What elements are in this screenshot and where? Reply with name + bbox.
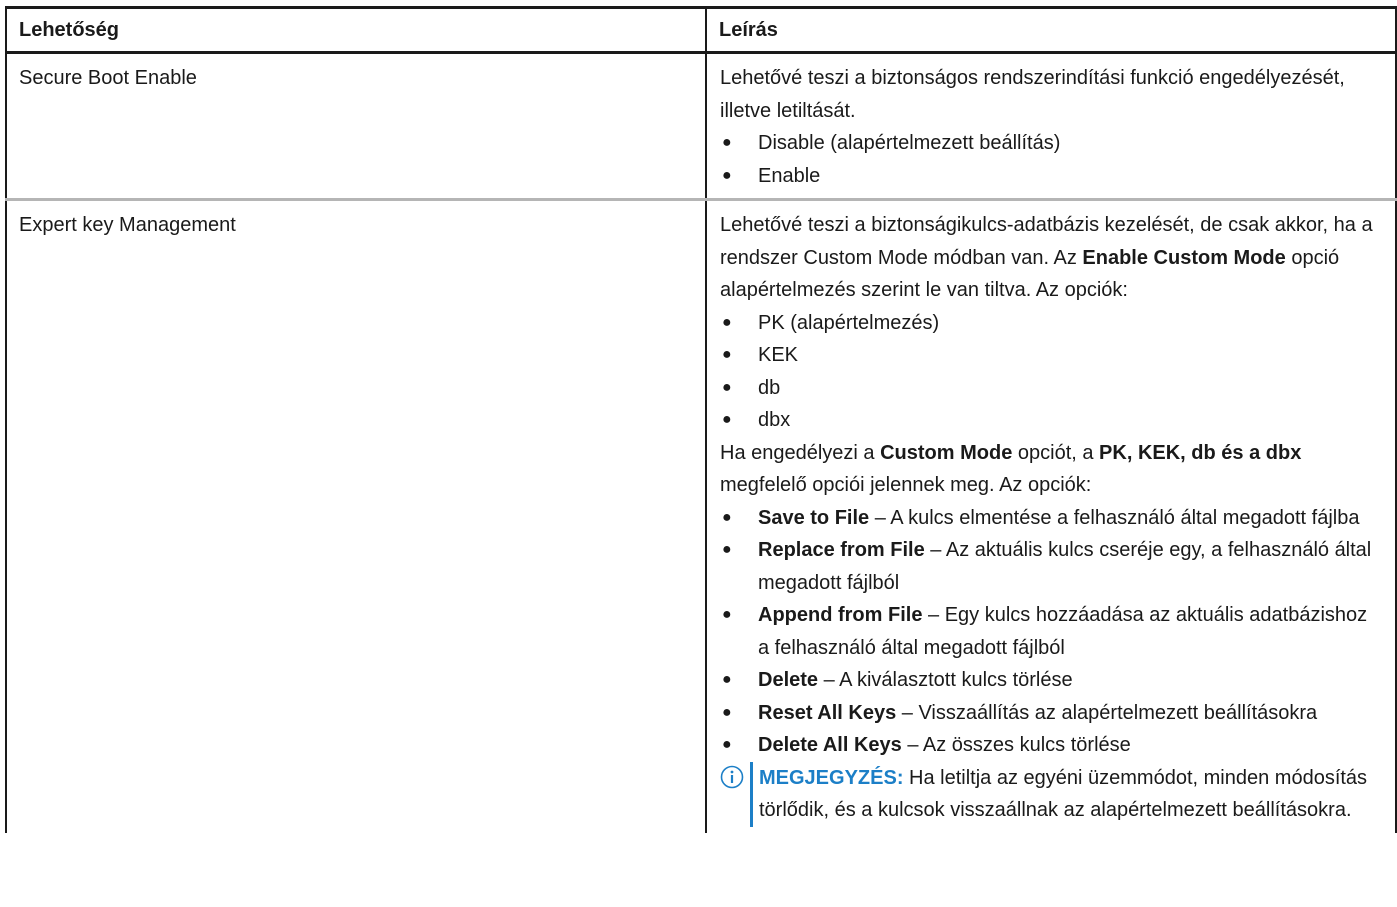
bullet-icon: ●	[722, 508, 732, 526]
action-description: – A kiválasztott kulcs törlése	[818, 669, 1073, 691]
action-description: – Az összes kulcs törlése	[901, 734, 1131, 756]
text-run: opciót, a	[1012, 441, 1100, 464]
bullet-icon: ●	[722, 134, 732, 151]
action-name: Save to File	[758, 506, 870, 529]
bold-text-run: Custom Mode	[880, 441, 1013, 464]
bullet-icon: ●	[722, 346, 732, 363]
description-cell: Lehetővé teszi a biztonságikulcs-adatbáz…	[705, 199, 1397, 833]
table-header-row: Lehetőség Leírás	[5, 6, 1397, 54]
custom-mode-text: Ha engedélyezi a Custom Mode opciót, a P…	[720, 437, 1383, 502]
list-item: ● Append from File – Egy kulcs hozzáadás…	[720, 599, 1383, 664]
list-item: ● PK (alapértelmezés)	[720, 307, 1383, 340]
list-item-text: KEK	[758, 344, 799, 366]
list-item-text: PK (alapértelmezés)	[758, 311, 940, 334]
action-description: – Visszaállítás az alapértelmezett beáll…	[896, 701, 1318, 724]
option-cell: Secure Boot Enable	[5, 52, 707, 201]
bullet-icon: ●	[722, 606, 732, 623]
description-text: Lehetővé teszi a biztonságikulcs-adatbáz…	[720, 209, 1383, 307]
text-run: Ha engedélyezi a	[720, 441, 881, 464]
text-run: megfelelő opciói jelennek meg. Az opciók…	[720, 474, 1092, 496]
action-name: Append from File	[758, 604, 923, 626]
bullet-icon: ●	[722, 378, 732, 396]
list-item: ● KEK	[720, 339, 1383, 372]
list-item: ● Disable (alapértelmezett beállítás)	[720, 127, 1383, 160]
bold-text-run: PK, KEK, db és a dbx	[1099, 441, 1302, 464]
description-cell: Lehetővé teszi a biztonságos rendszerind…	[705, 52, 1397, 201]
note-body: MEGJEGYZÉS: Ha letiltja az egyéni üzemmó…	[750, 761, 1383, 827]
bullet-icon: ●	[722, 411, 732, 428]
table-row: Secure Boot Enable Lehetővé teszi a bizt…	[5, 52, 1397, 201]
action-name: Reset All Keys	[758, 701, 897, 724]
header-description: Leírás	[705, 6, 1397, 54]
bullet-icon: ●	[722, 166, 732, 184]
bullet-icon: ●	[722, 313, 732, 331]
list-item: ● Enable	[720, 160, 1383, 193]
header-option: Lehetőség	[5, 6, 707, 54]
setting-list: ● Disable (alapértelmezett beállítás) ● …	[720, 127, 1383, 192]
list-item-text: db	[758, 376, 781, 399]
bullet-icon: ●	[722, 671, 732, 688]
action-description: – A kulcs elmentése a felhasználó által …	[869, 506, 1360, 529]
table-row: Expert key Management Lehetővé teszi a b…	[5, 199, 1397, 833]
list-item: ● Save to File – A kulcs elmentése a fel…	[720, 502, 1383, 535]
list-item-text: Enable	[758, 164, 821, 187]
action-list: ● Save to File – A kulcs elmentése a fel…	[720, 502, 1383, 762]
list-item: ● dbx	[720, 404, 1383, 437]
action-name: Replace from File	[758, 539, 925, 561]
action-name: Delete	[758, 669, 819, 691]
option-name: Secure Boot Enable	[19, 67, 197, 89]
description-text: Lehetővé teszi a biztonságos rendszerind…	[720, 67, 1345, 122]
options-table: Lehetőség Leírás Secure Boot Enable Lehe…	[5, 6, 1397, 833]
bullet-icon: ●	[722, 541, 732, 558]
key-list: ● PK (alapértelmezés) ● KEK ● db ● dbx	[720, 307, 1383, 437]
note-label: MEGJEGYZÉS:	[759, 766, 904, 789]
note-callout: MEGJEGYZÉS: Ha letiltja az egyéni üzemmó…	[720, 761, 1383, 827]
info-circle-icon	[720, 765, 744, 788]
list-item: ● Delete – A kiválasztott kulcs törlése	[720, 664, 1383, 697]
list-item: ● Delete All Keys – Az összes kulcs törl…	[720, 729, 1383, 762]
bullet-icon: ●	[722, 703, 732, 721]
list-item: ● Reset All Keys – Visszaállítás az alap…	[720, 697, 1383, 730]
list-item: ● db	[720, 372, 1383, 405]
list-item: ● Replace from File – Az aktuális kulcs …	[720, 534, 1383, 599]
option-name: Expert key Management	[19, 214, 236, 236]
list-item-text: dbx	[758, 409, 791, 431]
action-name: Delete All Keys	[758, 734, 902, 756]
option-cell: Expert key Management	[5, 199, 707, 833]
bullet-icon: ●	[722, 736, 732, 753]
bold-text-run: Enable Custom Mode	[1082, 246, 1286, 269]
list-item-text: Disable (alapértelmezett beállítás)	[758, 132, 1061, 154]
